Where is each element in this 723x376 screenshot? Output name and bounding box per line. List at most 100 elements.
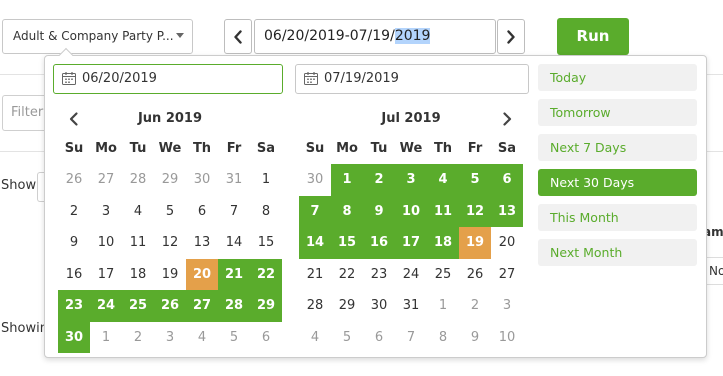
in-range-day[interactable]: 18 bbox=[427, 227, 459, 259]
calendar-day[interactable]: 2 bbox=[122, 322, 154, 354]
calendar-day[interactable]: 8 bbox=[250, 196, 282, 228]
range-option-tomorrow[interactable]: Tomorrow bbox=[538, 99, 697, 126]
calendar-day[interactable]: 9 bbox=[459, 322, 491, 354]
in-range-day[interactable]: 27 bbox=[186, 290, 218, 322]
in-range-day[interactable]: 6 bbox=[491, 164, 523, 196]
calendar-day[interactable]: 5 bbox=[154, 196, 186, 228]
in-range-day[interactable]: 22 bbox=[250, 258, 282, 290]
calendar-day[interactable]: 3 bbox=[154, 322, 186, 354]
calendar-day[interactable]: 3 bbox=[491, 290, 523, 322]
in-range-day[interactable]: 26 bbox=[154, 290, 186, 322]
in-range-day[interactable]: 29 bbox=[250, 290, 282, 322]
calendar-day[interactable]: 17 bbox=[90, 259, 122, 291]
calendar-day[interactable]: 9 bbox=[58, 227, 90, 259]
calendar-day[interactable]: 1 bbox=[90, 322, 122, 354]
range-option-next-7-days[interactable]: Next 7 Days bbox=[538, 134, 697, 161]
calendar-day[interactable]: 30 bbox=[299, 164, 331, 196]
prev-period-button[interactable] bbox=[224, 19, 252, 54]
calendar-day[interactable]: 5 bbox=[331, 322, 363, 354]
range-option-today[interactable]: Today bbox=[538, 64, 697, 91]
calendar-day[interactable]: 30 bbox=[186, 164, 218, 196]
in-range-day[interactable]: 23 bbox=[58, 290, 90, 322]
calendar-day[interactable]: 21 bbox=[299, 259, 331, 291]
calendar-day[interactable]: 29 bbox=[331, 290, 363, 322]
calendar-day[interactable]: 27 bbox=[90, 164, 122, 196]
range-option-next-month[interactable]: Next Month bbox=[538, 239, 697, 266]
in-range-day[interactable]: 4 bbox=[427, 164, 459, 196]
calendar-day[interactable]: 10 bbox=[491, 322, 523, 354]
calendar-day[interactable]: 7 bbox=[218, 196, 250, 228]
calendar-day[interactable]: 26 bbox=[58, 164, 90, 196]
in-range-day[interactable]: 5 bbox=[459, 164, 491, 196]
in-range-day[interactable]: 3 bbox=[395, 164, 427, 196]
range-endpoint-day[interactable]: 19 bbox=[459, 227, 491, 259]
weekday-label: Mo bbox=[95, 141, 117, 156]
prev-month-button[interactable] bbox=[66, 111, 82, 127]
calendar-day[interactable]: 4 bbox=[299, 322, 331, 354]
calendar-day[interactable]: 7 bbox=[395, 322, 427, 354]
in-range-day[interactable]: 8 bbox=[331, 195, 363, 227]
in-range-day[interactable]: 21 bbox=[218, 258, 250, 290]
in-range-day[interactable]: 11 bbox=[427, 195, 459, 227]
calendar-day[interactable]: 4 bbox=[186, 322, 218, 354]
in-range-day[interactable]: 30 bbox=[58, 321, 90, 353]
date-range-input[interactable]: 06/20/2019-07/19/2019 bbox=[254, 19, 496, 54]
in-range-day[interactable]: 2 bbox=[363, 164, 395, 196]
in-range-day[interactable]: 1 bbox=[331, 164, 363, 196]
calendar-day[interactable]: 3 bbox=[90, 196, 122, 228]
calendar-day[interactable]: 14 bbox=[218, 227, 250, 259]
in-range-day[interactable]: 9 bbox=[363, 195, 395, 227]
calendar-day[interactable]: 20 bbox=[491, 227, 523, 259]
calendar-day[interactable]: 31 bbox=[395, 290, 427, 322]
calendar-day[interactable]: 1 bbox=[427, 290, 459, 322]
calendar-day[interactable]: 10 bbox=[90, 227, 122, 259]
calendar-day[interactable]: 18 bbox=[122, 259, 154, 291]
calendar-day[interactable]: 28 bbox=[299, 290, 331, 322]
calendar-day[interactable]: 19 bbox=[154, 259, 186, 291]
calendar-day[interactable]: 31 bbox=[218, 164, 250, 196]
range-option-this-month[interactable]: This Month bbox=[538, 204, 697, 231]
calendar-day[interactable]: 5 bbox=[218, 322, 250, 354]
calendar-day[interactable]: 1 bbox=[250, 164, 282, 196]
range-endpoint-day[interactable]: 20 bbox=[186, 258, 218, 290]
report-select[interactable]: Adult & Company Party P... bbox=[2, 19, 193, 54]
in-range-day[interactable]: 14 bbox=[299, 227, 331, 259]
in-range-day[interactable]: 25 bbox=[122, 290, 154, 322]
calendar-day[interactable]: 22 bbox=[331, 259, 363, 291]
calendar-day[interactable]: 25 bbox=[427, 259, 459, 291]
run-button[interactable]: Run bbox=[557, 18, 629, 55]
calendar-day[interactable]: 6 bbox=[250, 322, 282, 354]
calendar-day[interactable]: 12 bbox=[154, 227, 186, 259]
calendar-day[interactable]: 4 bbox=[122, 196, 154, 228]
calendar-day[interactable]: 11 bbox=[122, 227, 154, 259]
calendar-day[interactable]: 6 bbox=[186, 196, 218, 228]
in-range-day[interactable]: 13 bbox=[491, 195, 523, 227]
in-range-day[interactable]: 12 bbox=[459, 195, 491, 227]
in-range-day[interactable]: 7 bbox=[299, 195, 331, 227]
calendar-day[interactable]: 28 bbox=[122, 164, 154, 196]
start-date-field[interactable]: 06/20/2019 bbox=[53, 64, 283, 94]
calendar-day[interactable]: 23 bbox=[363, 259, 395, 291]
calendar-day[interactable]: 6 bbox=[363, 322, 395, 354]
calendar-day[interactable]: 29 bbox=[154, 164, 186, 196]
calendar-day[interactable]: 2 bbox=[459, 290, 491, 322]
next-month-button[interactable] bbox=[499, 111, 515, 127]
calendar-day[interactable]: 16 bbox=[58, 259, 90, 291]
calendar-day[interactable]: 30 bbox=[363, 290, 395, 322]
calendar-day[interactable]: 15 bbox=[250, 227, 282, 259]
in-range-day[interactable]: 28 bbox=[218, 290, 250, 322]
in-range-day[interactable]: 10 bbox=[395, 195, 427, 227]
calendar-day[interactable]: 8 bbox=[427, 322, 459, 354]
next-period-button[interactable] bbox=[497, 19, 525, 54]
end-date-field[interactable]: 07/19/2019 bbox=[295, 64, 529, 94]
in-range-day[interactable]: 15 bbox=[331, 227, 363, 259]
calendar-day[interactable]: 27 bbox=[491, 259, 523, 291]
range-option-next-30-days[interactable]: Next 30 Days bbox=[538, 169, 697, 196]
in-range-day[interactable]: 17 bbox=[395, 227, 427, 259]
in-range-day[interactable]: 16 bbox=[363, 227, 395, 259]
calendar-day[interactable]: 24 bbox=[395, 259, 427, 291]
calendar-day[interactable]: 2 bbox=[58, 196, 90, 228]
calendar-day[interactable]: 26 bbox=[459, 259, 491, 291]
in-range-day[interactable]: 24 bbox=[90, 290, 122, 322]
calendar-day[interactable]: 13 bbox=[186, 227, 218, 259]
